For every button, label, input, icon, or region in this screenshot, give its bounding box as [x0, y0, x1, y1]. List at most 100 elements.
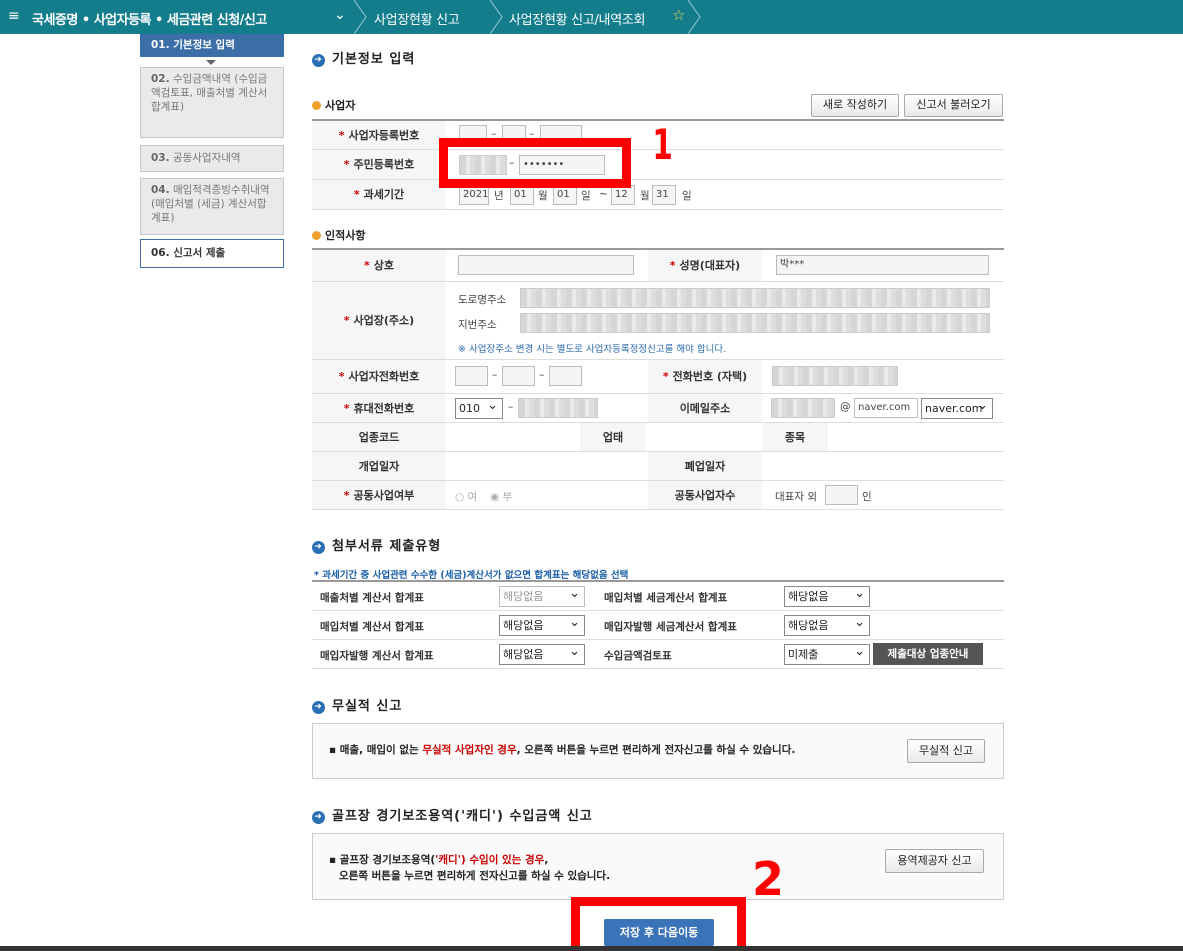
joint-count-field[interactable]: [825, 485, 858, 505]
mobile-number-field[interactable]: [518, 398, 598, 418]
home-phone-label: * 전화번호 (자택): [648, 360, 762, 393]
attach-row-2: 매입처별 계산서 합계표 해당없음 매입자발행 세금계산서 합계표 해당없음: [312, 611, 1004, 640]
nil-report-button[interactable]: 무실적 신고: [907, 739, 985, 763]
attach-label: 수입금액검토표: [604, 650, 672, 662]
section-heading-caddie: ➜ 골프장 경기보조용역('캐디') 수입금액 신고: [312, 805, 593, 824]
trade-name-field[interactable]: [458, 255, 634, 275]
nil-text: ▪ 매출, 매입이 없는 무실적 사업자인 경우, 오른쪽 버튼을 누르면 편리…: [329, 744, 796, 756]
industry-code-label: 업종코드: [312, 423, 446, 451]
step-03[interactable]: 03. 공동사업자내역: [140, 145, 284, 172]
attach-label: 매입처별 세금계산서 합계표: [604, 592, 728, 604]
attach-select[interactable]: 해당없음: [784, 584, 870, 607]
open-date-label: 개업일자: [312, 452, 446, 480]
email-id-field[interactable]: [771, 398, 835, 418]
section-heading-nil: ➜ 무실적 신고: [312, 695, 402, 714]
step-04[interactable]: 04. 매입적격증빙수취내역 (매입처별 (세금) 계산서합계표): [140, 178, 284, 235]
email-domain-field[interactable]: naver.com: [854, 398, 918, 418]
section-heading-basic: ➜ 기본정보 입력: [312, 48, 415, 67]
arrow-circle-icon: ➜: [312, 811, 325, 824]
unit-month: 월: [538, 190, 548, 202]
joint-no-radio[interactable]: ◉ 부: [490, 489, 512, 504]
home-phone-field[interactable]: [772, 366, 898, 386]
unit-year: 년: [494, 190, 504, 202]
lot-address-field[interactable]: [520, 313, 990, 333]
joint-prefix: 대표자 외: [775, 491, 817, 503]
favorite-star-icon[interactable]: ☆: [672, 6, 685, 24]
arrow-circle-icon: ➜: [312, 701, 325, 714]
bullet-icon: [312, 101, 321, 110]
caddie-panel: ▪ 골프장 경기보조용역('캐디') 수입이 있는 경우, 오른쪽 버튼을 누르…: [312, 833, 1004, 900]
email-label: 이메일주소: [648, 394, 762, 422]
attach-select[interactable]: 해당없음: [499, 584, 585, 607]
step-number: 04.: [151, 184, 170, 196]
period-day-from[interactable]: 01: [553, 185, 577, 205]
attach-table: 매출처별 계산서 합계표 해당없음 매입처별 세금계산서 합계표 해당없음 매입…: [312, 580, 1004, 669]
joint-suffix: 인: [862, 491, 872, 503]
address-change-note: ※ 사업장주소 변경 시는 별도로 사업자등록정정신고를 해야 합니다.: [458, 344, 727, 355]
tilde: ~: [599, 188, 608, 200]
step-01[interactable]: 01. 기본정보 입력: [140, 34, 284, 57]
attach-label: 매입처별 계산서 합계표: [320, 621, 424, 633]
step-02[interactable]: 02. 수입금액내역 (수입금액검토표, 매출처별 계산서 합계표): [140, 67, 284, 138]
period-year[interactable]: 2021: [459, 185, 489, 205]
new-form-button[interactable]: 새로 작성하기: [811, 94, 899, 117]
at-sign: @: [840, 401, 851, 413]
mobile-prefix-select[interactable]: 010: [455, 396, 503, 419]
arrow-circle-icon: ➜: [312, 54, 325, 67]
nil-panel: ▪ 매출, 매입이 없는 무실적 사업자인 경우, 오른쪽 버튼을 누르면 편리…: [312, 723, 1004, 779]
annotation-box-1: [439, 138, 631, 188]
load-form-button[interactable]: 신고서 불러오기: [904, 94, 1003, 117]
step-number: 03.: [151, 152, 170, 164]
step-06[interactable]: 06. 신고서 제출: [140, 239, 284, 268]
period-day-to[interactable]: 31: [652, 185, 676, 205]
mobile-label: * 휴대전화번호: [312, 394, 446, 422]
unit-day: 일: [581, 190, 591, 202]
row-joint: * 공동사업여부 ○ 여 ◉ 부 공동사업자수 대표자 외 인: [312, 481, 1004, 510]
rep-name-field[interactable]: 박***: [776, 255, 989, 275]
joint-count-label: 공동사업자수: [648, 481, 762, 509]
menu-title[interactable]: 국세증명 • 사업자등록 • 세금관련 신청/신고: [32, 9, 267, 28]
row-trade: * 상호 * 성명(대표자) 박***: [312, 250, 1004, 282]
joint-yes-radio[interactable]: ○ 여: [455, 489, 477, 504]
attach-select[interactable]: 해당없음: [499, 642, 585, 665]
item-label: 종목: [762, 423, 828, 451]
service-provider-report-button[interactable]: 용역제공자 신고: [885, 849, 984, 873]
step-arrow-icon: [206, 60, 216, 65]
row-mobile: *휴대전화번호 010 – 이메일주소 @ naver.com naver.co…: [312, 394, 1004, 423]
breadcrumb-item-2[interactable]: 사업장현황 신고/내역조회: [509, 9, 645, 28]
biz-phone-label: * 사업자전화번호: [312, 360, 446, 393]
biz-phone-2[interactable]: [502, 366, 535, 386]
menu-icon[interactable]: ≡: [8, 8, 20, 24]
attach-select[interactable]: 해당없음: [499, 613, 585, 636]
top-navigation-bar: ≡ 국세증명 • 사업자등록 • 세금관련 신청/신고 ⌄ 사업장현황 신고 사…: [0, 0, 1183, 34]
breadcrumb-item-1[interactable]: 사업장현황 신고: [374, 9, 460, 28]
road-address-field[interactable]: [520, 288, 990, 308]
industry-guide-button[interactable]: 제출대상 업종안내: [873, 643, 983, 665]
attach-select[interactable]: 미제출: [784, 642, 870, 665]
unit-month: 월: [640, 190, 650, 202]
breadcrumb-separator-icon: [353, 0, 367, 34]
person-table: * 상호 * 성명(대표자) 박*** * 사업장(주소) 도로명주소 지번주소 ※ …: [312, 248, 1004, 510]
joint-label: * 공동사업여부: [312, 481, 446, 509]
step-number: 02.: [151, 73, 170, 85]
period-month-to[interactable]: 12: [611, 185, 635, 205]
address-label: * 사업장(주소): [312, 282, 446, 359]
close-date-label: 폐업일자: [648, 452, 762, 480]
breadcrumb-separator-icon: [687, 0, 701, 34]
attach-row-3: 매입자발행 계산서 합계표 해당없음 수입금액검토표 미제출 제출대상 업종안내: [312, 640, 1004, 669]
attach-label: 매입자발행 계산서 합계표: [320, 650, 434, 662]
biz-phone-3[interactable]: [549, 366, 582, 386]
annotation-number-2: 2: [752, 852, 785, 906]
period-month-from[interactable]: 01: [510, 185, 534, 205]
trade-name-label: * 상호: [312, 250, 446, 281]
attach-select[interactable]: 해당없음: [784, 613, 870, 636]
row-address: * 사업장(주소) 도로명주소 지번주소 ※ 사업장주소 변경 시는 별도로 사업…: [312, 282, 1004, 360]
subsection-person: 인적사항: [312, 227, 365, 243]
chevron-down-icon[interactable]: ⌄: [334, 7, 346, 23]
section-heading-attach: ➜ 첨부서류 제출유형: [312, 535, 441, 554]
biz-phone-1[interactable]: [455, 366, 488, 386]
email-domain-select[interactable]: naver.com: [921, 396, 993, 419]
dash: –: [539, 369, 545, 381]
row-phone: * 사업자전화번호 – – * 전화번호 (자택): [312, 360, 1004, 394]
bottom-border: [0, 946, 1183, 951]
